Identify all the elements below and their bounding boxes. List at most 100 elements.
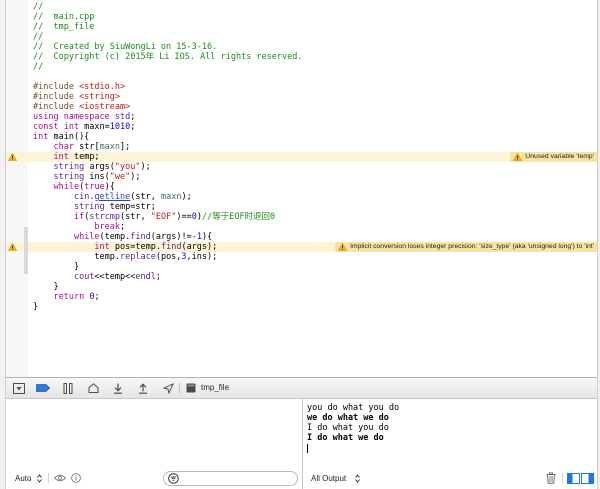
code-token: // [33, 2, 44, 12]
code-line[interactable]: // [6, 62, 597, 72]
simulate-location-icon[interactable] [162, 378, 174, 398]
scope-selector-label[interactable]: Auto [15, 467, 31, 489]
code-token: cin [73, 192, 90, 202]
code-line[interactable]: #include <iostream> [6, 102, 597, 112]
code-token: (str, [130, 192, 161, 202]
code-line[interactable]: // tmp_file [6, 22, 597, 32]
console-lines: you do what you do we do what we do I do w… [307, 403, 593, 453]
code-line-with-warning[interactable]: int temp; Unused variable 'temp' [6, 152, 597, 162]
code-text: string ins("we"); [33, 172, 141, 182]
step-out-icon[interactable] [137, 378, 149, 398]
code-token: <<temp<< [94, 272, 136, 282]
code-line[interactable]: } [6, 282, 597, 292]
warning-message[interactable]: Unused variable 'temp' [510, 152, 597, 162]
step-into-icon[interactable] [112, 378, 124, 398]
code-line[interactable]: temp.replace(pos,3,ins); [6, 252, 597, 262]
step-over-icon[interactable] [87, 378, 99, 398]
warning-message[interactable]: Implicit conversion loses integer precis… [335, 242, 597, 252]
code-line[interactable]: // Copyright (c) 2015年 Li IOS. All right… [6, 52, 597, 62]
code-token: ){ [201, 232, 213, 242]
code-token: replace [120, 252, 156, 262]
code-focus-ribbon[interactable] [24, 227, 28, 274]
code-text: const int maxn=1010; [33, 122, 135, 132]
code-text: string args("you"); [33, 162, 150, 172]
code-token: (temp. [99, 232, 131, 242]
code-text: char str[maxn]; [33, 142, 130, 152]
output-filter-label[interactable]: All Output [311, 467, 346, 489]
code-line[interactable]: } [6, 302, 597, 312]
code-line[interactable]: using namespace std; [6, 112, 597, 122]
code-line[interactable]: // main.cpp [6, 12, 597, 22]
code-line[interactable]: const int maxn=1010; [6, 122, 597, 132]
code-line[interactable]: #include <stdio.h> [6, 82, 597, 92]
code-text: if(strcmp(str, "EOF")==0)//等于EOF时退回0 [33, 212, 275, 222]
filter-icon[interactable] [168, 473, 179, 484]
code-token: ins( [84, 172, 110, 182]
code-lines[interactable]: //// main.cpp// tmp_file//// Created by … [6, 0, 597, 377]
eye-icon[interactable] [54, 467, 66, 489]
code-line[interactable]: break; [6, 222, 597, 232]
code-text: } [33, 282, 58, 292]
console-bottom-bar: All Output [303, 467, 597, 489]
code-text: // Copyright (c) 2015年 Li IOS. All right… [33, 52, 303, 62]
warning-text: Implicit conversion loses integer precis… [350, 243, 594, 250]
code-token: int [94, 242, 110, 252]
code-line[interactable]: if(strcmp(str, "EOF")==0)//等于EOF时退回0 [6, 212, 597, 222]
code-line[interactable]: // [6, 2, 597, 12]
code-token: while [53, 182, 80, 192]
code-text: #include <iostream> [33, 102, 130, 112]
code-line[interactable]: } [6, 262, 597, 272]
code-line[interactable]: int main(){ [6, 132, 597, 142]
code-text: // Created by SiuWongLi on 15-3-16. [33, 42, 217, 52]
pause-icon[interactable] [62, 378, 74, 398]
code-text: return 0; [33, 292, 99, 302]
code-line[interactable] [6, 72, 597, 82]
code-line[interactable]: cout<<temp<<endl; [6, 272, 597, 282]
code-text: while(true){ [33, 182, 114, 192]
chevron-updown-icon[interactable] [37, 467, 42, 489]
code-token: (args); [181, 242, 218, 252]
code-token: #include [33, 82, 80, 92]
code-line[interactable]: while(true){ [6, 182, 597, 192]
code-line[interactable]: char str[maxn]; [6, 142, 597, 152]
xcode-window: //// main.cpp// tmp_file//// Created by … [0, 0, 600, 489]
debug-target-label[interactable]: tmp_file [201, 378, 229, 398]
source-editor[interactable]: //// main.cpp// tmp_file//// Created by … [6, 0, 597, 377]
code-line[interactable]: #include <string> [6, 92, 597, 102]
code-token: <string> [79, 92, 121, 102]
console-view-icon[interactable] [581, 467, 594, 489]
warning-icon[interactable] [8, 153, 17, 161]
code-text: cout<<temp<<endl; [33, 272, 161, 282]
code-line[interactable]: while(temp.find(args)!=-1){ [6, 232, 597, 242]
code-text: string temp=str; [33, 202, 156, 212]
code-token: (str, [120, 212, 151, 222]
code-line[interactable]: string ins("we"); [6, 172, 597, 182]
code-token: // Created by SiuWongLi on 15-3-16. [33, 42, 218, 52]
code-token: ; [130, 112, 136, 122]
hide-debug-area-icon[interactable] [13, 378, 25, 398]
console-line: I do what we do [307, 433, 384, 443]
code-token: main(){ [48, 132, 90, 142]
variables-filter-field[interactable] [163, 471, 298, 486]
variables-view-icon[interactable] [567, 467, 580, 489]
trash-icon[interactable] [546, 467, 556, 489]
code-line[interactable]: cin.getline(str, maxn); [6, 192, 597, 202]
code-text: #include <stdio.h> [33, 82, 125, 92]
chevron-updown-icon[interactable] [355, 467, 360, 489]
code-line[interactable]: string args("you"); [6, 162, 597, 172]
filter-input[interactable] [182, 473, 292, 484]
code-line-with-warning[interactable]: int pos=temp.find(args); Implicit convers… [6, 242, 597, 252]
code-line[interactable]: string temp=str; [6, 202, 597, 212]
variables-view[interactable] [6, 399, 302, 467]
code-token: ); [130, 172, 141, 182]
code-line[interactable]: return 0; [6, 292, 597, 302]
console-output[interactable]: you do what you do we do what we do I do w… [303, 399, 597, 467]
code-line[interactable]: // [6, 32, 597, 42]
variables-bottom-bar: Auto [6, 467, 302, 489]
warning-icon[interactable] [8, 243, 17, 251]
code-token: ; [155, 272, 161, 282]
info-icon[interactable] [71, 467, 81, 489]
code-line[interactable]: // Created by SiuWongLi on 15-3-16. [6, 42, 597, 52]
breakpoints-icon[interactable] [36, 378, 50, 398]
